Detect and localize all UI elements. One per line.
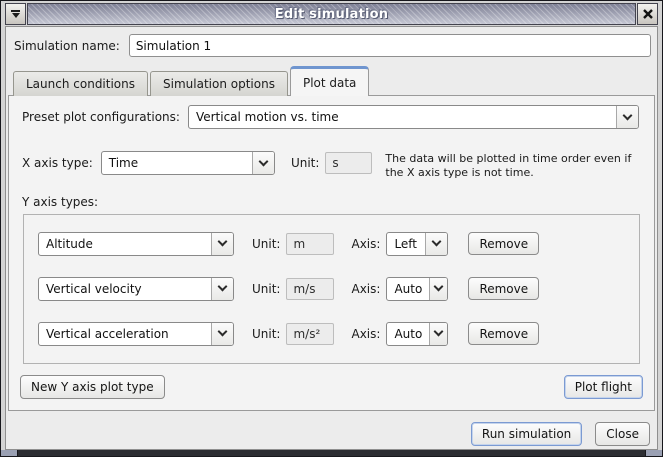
chevron-down-icon [430, 323, 447, 345]
chevron-down-icon [617, 106, 638, 128]
simulation-name-row: Simulation name: [14, 34, 651, 57]
chevron-down-icon [212, 278, 233, 300]
y-axis-row-2: Vertical velocity Unit: m/s Axis: Auto R… [38, 277, 625, 301]
window-title: Edit simulation [275, 7, 388, 22]
axis-label: Axis: [351, 237, 380, 251]
run-simulation-button[interactable]: Run simulation [471, 422, 582, 446]
close-icon [642, 8, 654, 20]
titlebar-drag-area[interactable]: Edit simulation [27, 3, 636, 25]
window-close-button[interactable] [637, 3, 658, 25]
chevron-down-icon [430, 278, 447, 300]
dialog-buttons: Run simulation Close [8, 411, 655, 449]
chevron-down-icon [212, 323, 233, 345]
unit-label: Unit: [252, 237, 280, 251]
edit-simulation-window: Edit simulation Simulation name: Launch … [0, 0, 663, 457]
y-axis-groupbox: Altitude Unit: m Axis: Left Remove [23, 214, 640, 364]
preset-row: Preset plot configurations: Vertical mot… [22, 105, 639, 129]
axis-combobox-3[interactable]: Auto [386, 322, 448, 346]
remove-button-3[interactable]: Remove [468, 322, 539, 345]
preset-combobox[interactable]: Vertical motion vs. time [188, 105, 639, 129]
panel-footer: New Y axis plot type Plot flight [9, 375, 654, 410]
axis-label: Axis: [351, 282, 380, 296]
window-menu-button[interactable] [5, 3, 26, 25]
axis-label: Axis: [351, 327, 380, 341]
resize-handle-left[interactable] [1, 450, 18, 456]
preset-combobox-value: Vertical motion vs. time [189, 106, 616, 128]
axis-combobox-2[interactable]: Auto [386, 277, 448, 301]
x-axis-unit-value: s [325, 152, 372, 174]
axis-combobox-1[interactable]: Left [386, 232, 448, 256]
plot-flight-button[interactable]: Plot flight [564, 375, 643, 399]
chevron-down-icon [212, 233, 233, 255]
chevron-down-icon [426, 233, 447, 255]
tab-bar: Launch conditions Simulation options Plo… [8, 65, 655, 96]
new-y-axis-plot-type-button[interactable]: New Y axis plot type [20, 375, 165, 399]
close-button[interactable]: Close [595, 422, 650, 446]
x-axis-note: The data will be plotted in time order e… [385, 152, 640, 181]
tab-launch-conditions[interactable]: Launch conditions [13, 71, 148, 96]
titlebar: Edit simulation [5, 3, 658, 25]
y-axis-row-1: Altitude Unit: m Axis: Left Remove [38, 232, 625, 256]
unit-label: Unit: [252, 327, 280, 341]
x-axis-row: X axis type: Time Unit: s The data will … [22, 151, 640, 181]
chevron-down-icon [253, 152, 274, 174]
x-axis-unit-label: Unit: [291, 151, 319, 175]
resize-handle-right[interactable] [645, 450, 662, 456]
dialog-body: Simulation name: Launch conditions Simul… [5, 26, 658, 450]
y-type-combobox-2[interactable]: Vertical velocity [38, 277, 234, 301]
x-axis-type-combobox[interactable]: Time [101, 151, 275, 175]
y-axis-row-3: Vertical acceleration Unit: m/s² Axis: A… [38, 322, 625, 346]
unit-value: m [286, 233, 334, 255]
simulation-name-label: Simulation name: [14, 39, 120, 53]
tab-plot-data[interactable]: Plot data [290, 66, 369, 96]
tab-simulation-options[interactable]: Simulation options [150, 71, 288, 96]
preset-label: Preset plot configurations: [22, 110, 180, 124]
plot-data-panel: Preset plot configurations: Vertical mot… [8, 95, 655, 411]
simulation-name-input[interactable] [129, 34, 651, 57]
remove-button-1[interactable]: Remove [468, 232, 539, 255]
window-bottom-frame [1, 450, 662, 456]
unit-value: m/s [286, 278, 334, 300]
y-type-combobox-1[interactable]: Altitude [38, 232, 234, 256]
remove-button-2[interactable]: Remove [468, 277, 539, 300]
x-axis-label: X axis type: [22, 151, 93, 175]
unit-value: m/s² [286, 323, 334, 345]
unit-label: Unit: [252, 282, 280, 296]
window-menu-icon [11, 10, 20, 18]
x-axis-type-value: Time [102, 152, 252, 174]
y-axis-types-label: Y axis types: [22, 195, 654, 209]
y-type-combobox-3[interactable]: Vertical acceleration [38, 322, 234, 346]
